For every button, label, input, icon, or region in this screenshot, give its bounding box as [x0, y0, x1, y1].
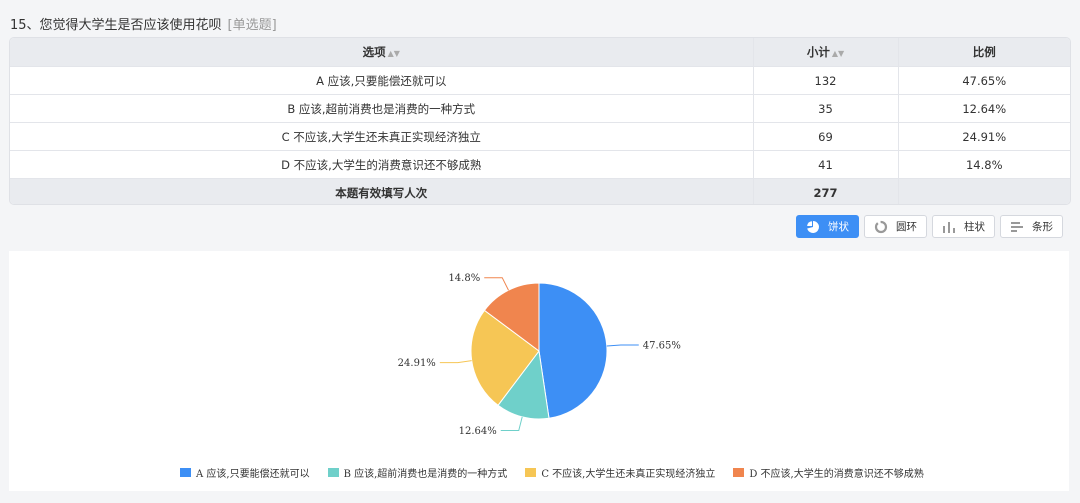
table-row: B 应该,超前消费也是消费的一种方式 35 12.64% [10, 94, 1070, 123]
ring-chart-button[interactable]: 圆环 [864, 215, 927, 238]
table-row: A 应该,只要能偿还就可以 132 47.65% [10, 66, 1070, 95]
header-count[interactable]: 小计 ▲▼ [753, 38, 899, 67]
legend-item[interactable]: C 不应该,大学生还未真正实现经济独立 [525, 465, 715, 480]
bar-icon [943, 221, 955, 233]
legend-swatch-d [733, 468, 745, 477]
ratio-cell: 24.91% [898, 122, 1070, 151]
legend-item[interactable]: B 应该,超前消费也是消费的一种方式 [327, 465, 507, 480]
bar-chart-button[interactable]: 条形 [1000, 215, 1063, 238]
option-cell: C 不应该,大学生还未真正实现经济独立 [10, 122, 754, 151]
count-cell: 69 [753, 122, 899, 151]
legend-swatch-a [180, 468, 191, 477]
legend-swatch-c [525, 468, 537, 477]
ratio-cell: 47.65% [898, 66, 1070, 95]
count-cell: 41 [753, 150, 899, 179]
total-empty [898, 178, 1070, 204]
total-label: 本题有效填写人次 [10, 178, 754, 204]
slice-label: 47.65% [643, 340, 681, 351]
header-ratio: 比例 [898, 38, 1070, 67]
table-row: C 不应该,大学生还未真正实现经济独立 69 24.91% [10, 122, 1070, 151]
slice-label: 12.64% [459, 426, 497, 437]
ratio-cell: 14.8% [898, 150, 1070, 179]
option-cell: B 应该,超前消费也是消费的一种方式 [10, 94, 754, 123]
chart-type-switcher: 饼状 圆环 柱状 条形 [796, 215, 1063, 238]
table-row: D 不应该,大学生的消费意识还不够成熟 41 14.8% [10, 150, 1070, 179]
ratio-cell: 12.64% [898, 94, 1070, 123]
pie-chart: 47.65% 12.64% 24.91% 14.8% [398, 273, 681, 437]
sort-icon[interactable]: ▲▼ [388, 49, 400, 58]
chart-panel: 47.65% 12.64% 24.91% 14.8% A 应该,只要能偿还就可以 B … [9, 251, 1069, 491]
legend-item[interactable]: A 应该,只要能偿还就可以 [180, 465, 310, 480]
option-cell: A 应该,只要能偿还就可以 [10, 66, 754, 95]
pie-icon [807, 220, 820, 233]
slice-label: 14.8% [448, 273, 480, 284]
total-row: 本题有效填写人次 277 [10, 178, 1070, 204]
chart-legend: A 应该,只要能偿还就可以 B 应该,超前消费也是消费的一种方式 C 不应该,大… [180, 465, 924, 480]
legend-swatch-b [327, 468, 339, 477]
hbar-icon [1011, 221, 1023, 232]
slice-label: 24.91% [398, 358, 436, 369]
question-text: 15、您觉得大学生是否应该使用花呗 [10, 18, 222, 33]
column-chart-button[interactable]: 柱状 [932, 215, 995, 238]
total-count: 277 [753, 178, 899, 204]
legend-item[interactable]: D 不应该,大学生的消费意识还不够成熟 [733, 465, 924, 480]
count-cell: 35 [753, 94, 899, 123]
leader-line [500, 416, 523, 431]
pie-slice[interactable] [538, 282, 608, 419]
option-cell: D 不应该,大学生的消费意识还不够成熟 [10, 150, 754, 179]
header-option[interactable]: 选项 ▲▼ [10, 38, 754, 67]
count-cell: 132 [753, 66, 899, 95]
ring-icon [874, 220, 888, 233]
question-type: [单选题] [227, 18, 277, 33]
pie-chart-button[interactable]: 饼状 [796, 215, 859, 238]
result-table: 选项 ▲▼ 小计 ▲▼ 比例 A 应该,只要能偿还就可以 132 47.65% B … [9, 37, 1071, 205]
leader-line [606, 344, 639, 347]
sort-icon[interactable]: ▲▼ [832, 49, 844, 58]
question-title: 15、您觉得大学生是否应该使用花呗 [单选题] [10, 14, 277, 33]
leader-line [439, 360, 472, 364]
leader-line [484, 277, 509, 291]
